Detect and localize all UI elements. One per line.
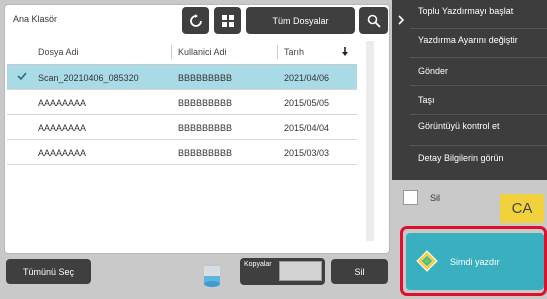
date-cell: 2015/03/03 xyxy=(284,147,330,158)
date-cell: 2021/04/06 xyxy=(284,72,330,83)
file-name-cell: AAAAAAAA xyxy=(38,147,87,158)
copies-control[interactable]: Kopyalar xyxy=(240,258,325,285)
print-now-button[interactable]: Simdi yazdır xyxy=(406,233,544,290)
table-header: Dosya Adi Kullanici Adi Tarıh xyxy=(7,39,357,65)
column-divider xyxy=(277,45,278,59)
user-name-cell: BBBBBBBBB xyxy=(178,147,233,158)
sort-down-icon[interactable] xyxy=(341,47,349,57)
copies-input[interactable] xyxy=(279,261,322,281)
filter-all-files-button[interactable]: Tüm Dosyalar xyxy=(246,7,355,34)
toner-cartridge-icon xyxy=(204,263,220,287)
file-list-panel: Ana Klasör Tüm Dosyalar Dosya Adi Kullan… xyxy=(4,4,390,254)
user-name-cell: BBBBBBBBB xyxy=(178,97,233,108)
table-row[interactable]: Scan_20210406_085320 BBBBBBBBB 2021/04/0… xyxy=(7,65,357,90)
file-name-cell: AAAAAAAA xyxy=(38,122,87,133)
grid-view-icon xyxy=(221,14,234,27)
menu-item-check-image[interactable]: Görüntüyü kontrol et xyxy=(410,121,500,131)
delete-button[interactable]: Sil xyxy=(331,259,388,284)
start-diamond-icon xyxy=(416,250,438,272)
collapse-panel-button[interactable] xyxy=(392,0,410,40)
user-name-cell: BBBBBBBBB xyxy=(178,72,233,83)
menu-item-change-print-settings[interactable]: Yazdırma Ayarını değiştir xyxy=(410,35,547,45)
table-row[interactable]: AAAAAAAA BBBBBBBBB 2015/04/04 xyxy=(7,115,357,140)
column-header-user-name[interactable]: Kullanici Adi xyxy=(178,39,227,65)
menu-divider xyxy=(410,85,547,86)
menu-item-move[interactable]: Taşı xyxy=(410,95,547,105)
table-row[interactable]: AAAAAAAA BBBBBBBBB 2015/05/05 xyxy=(7,90,357,115)
refresh-icon xyxy=(189,13,202,27)
copies-label: Kopyalar xyxy=(244,261,272,268)
folder-title: Ana Klasör xyxy=(13,14,58,24)
menu-divider xyxy=(410,57,547,58)
menu-divider xyxy=(410,28,547,29)
user-name-cell: BBBBBBBBB xyxy=(178,122,233,133)
delete-checkbox-label: Sil xyxy=(430,193,441,203)
file-table: Dosya Adi Kullanici Adi Tarıh Scan_20210… xyxy=(7,39,357,165)
print-now-label: Simdi yazdır xyxy=(450,257,500,267)
file-name-cell: Scan_20210406_085320 xyxy=(38,72,139,83)
chevron-right-icon xyxy=(398,15,404,25)
delete-after-print-checkbox[interactable] xyxy=(403,190,418,205)
column-divider xyxy=(171,45,172,59)
grid-view-button[interactable] xyxy=(214,7,241,34)
search-icon xyxy=(367,14,381,28)
select-all-button[interactable]: Tümünü Seç xyxy=(6,259,91,284)
table-row[interactable]: AAAAAAAA BBBBBBBBB 2015/03/03 xyxy=(7,140,357,165)
column-header-date[interactable]: Tarıh xyxy=(284,39,304,65)
menu-divider xyxy=(410,145,547,146)
menu-item-batch-print[interactable]: Toplu Yazdırmayı başlat xyxy=(410,6,547,16)
file-name-cell: AAAAAAAA xyxy=(38,97,87,108)
scrollbar[interactable] xyxy=(366,41,374,241)
column-header-file-name[interactable]: Dosya Adi xyxy=(38,39,79,65)
menu-item-view-details[interactable]: Detay Bilgilerin görün xyxy=(410,153,547,163)
clear-all-button[interactable]: CA xyxy=(500,194,544,223)
check-icon xyxy=(17,72,27,81)
menu-item-send[interactable]: Gönder xyxy=(410,66,547,76)
action-side-panel: Toplu Yazdırmayı başlat Yazdırma Ayarını… xyxy=(392,0,547,180)
date-cell: 2015/05/05 xyxy=(284,97,330,108)
search-button[interactable] xyxy=(359,7,388,34)
date-cell: 2015/04/04 xyxy=(284,122,330,133)
menu-divider xyxy=(410,114,547,115)
refresh-button[interactable] xyxy=(182,7,209,34)
